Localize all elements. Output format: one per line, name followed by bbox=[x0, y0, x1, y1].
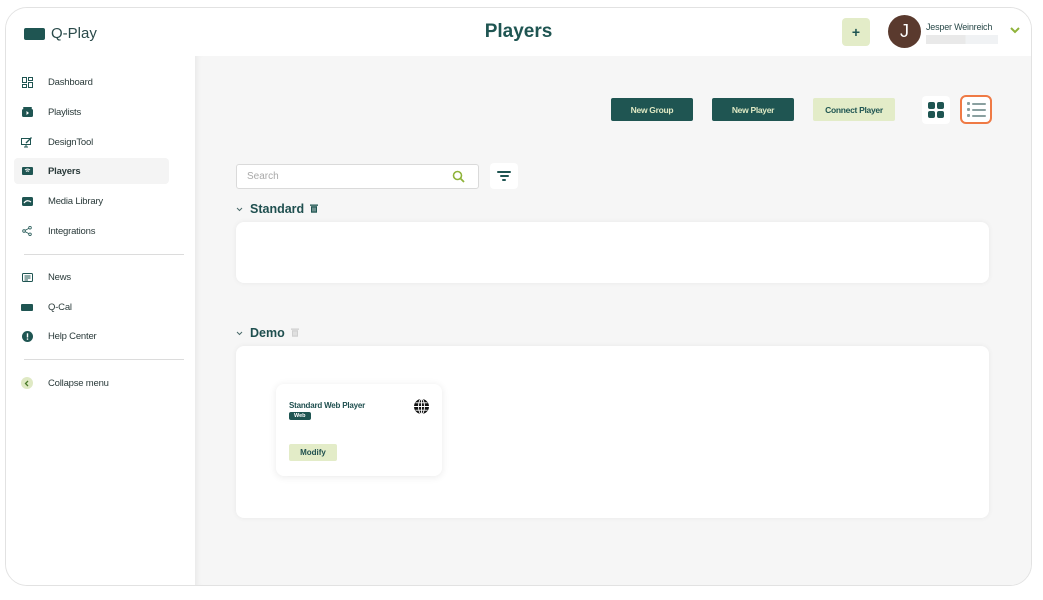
news-icon bbox=[20, 272, 34, 282]
filter-icon-line bbox=[502, 179, 506, 181]
sidebar-item-news[interactable]: News bbox=[14, 264, 169, 290]
list-view-icon-row bbox=[966, 114, 986, 117]
globe-icon bbox=[413, 398, 430, 415]
sidebar-item-label: Q-Cal bbox=[48, 301, 72, 313]
chevron-down-icon[interactable] bbox=[236, 329, 244, 338]
search-icon[interactable] bbox=[452, 170, 466, 184]
list-view-icon bbox=[966, 102, 986, 105]
sidebar-item-playlists[interactable]: Playlists bbox=[14, 99, 169, 125]
main-content: New Group New Player Connect Player Sear… bbox=[195, 56, 1031, 585]
chevron-down-icon[interactable] bbox=[1010, 23, 1020, 37]
sidebar-item-media-library[interactable]: Media Library bbox=[14, 188, 169, 214]
player-icon bbox=[20, 167, 34, 175]
help-icon bbox=[20, 330, 34, 342]
search-input[interactable] bbox=[247, 171, 437, 182]
dashboard-icon bbox=[20, 76, 34, 88]
grid-view-icon-cell bbox=[928, 111, 935, 118]
list-view-toggle[interactable] bbox=[960, 95, 992, 124]
sidebar-item-label: Integrations bbox=[48, 225, 96, 237]
sidebar-item-integrations[interactable]: Integrations bbox=[14, 218, 169, 244]
sidebar-item-label: Players bbox=[48, 165, 81, 177]
trash-icon[interactable] bbox=[310, 204, 319, 215]
chevron-down-icon[interactable] bbox=[236, 205, 244, 214]
design-tool-icon bbox=[20, 136, 34, 148]
sidebar-item-help-center[interactable]: Help Center bbox=[14, 323, 169, 349]
filter-icon-line bbox=[499, 175, 509, 177]
grid-view-toggle[interactable] bbox=[922, 96, 950, 124]
calendar-icon bbox=[20, 303, 34, 311]
group-panel-standard bbox=[236, 222, 989, 283]
collapse-icon-wrap bbox=[20, 377, 34, 389]
sidebar-item-label: DesignTool bbox=[48, 136, 93, 148]
user-name[interactable]: Jesper Weinreich bbox=[926, 22, 992, 32]
group-header-demo[interactable]: Demo bbox=[236, 326, 299, 340]
sidebar-item-q-cal[interactable]: Q-Cal bbox=[14, 294, 169, 320]
filter-button[interactable] bbox=[490, 163, 518, 189]
share-icon bbox=[20, 226, 34, 236]
new-player-button[interactable]: New Player bbox=[712, 98, 794, 121]
playlist-icon bbox=[20, 107, 34, 117]
sidebar: Dashboard Playlists DesignTool Players M… bbox=[6, 56, 195, 585]
player-type-badge: Web bbox=[289, 412, 311, 420]
list-view-icon-row bbox=[966, 108, 986, 111]
sidebar-item-label: Dashboard bbox=[48, 76, 93, 88]
grid-view-icon-cell bbox=[937, 111, 944, 118]
player-card[interactable]: Standard Web Player Web Modify bbox=[276, 384, 442, 476]
sidebar-item-label: Playlists bbox=[48, 106, 82, 118]
add-button[interactable]: + bbox=[842, 18, 870, 46]
group-header-standard[interactable]: Standard bbox=[236, 202, 319, 216]
page-title: Players bbox=[484, 21, 553, 42]
trash-icon[interactable] bbox=[290, 328, 299, 339]
grid-view-icon bbox=[928, 102, 935, 109]
media-library-icon bbox=[20, 196, 34, 206]
sidebar-item-label: Media Library bbox=[48, 195, 103, 207]
sidebar-divider bbox=[24, 254, 184, 255]
sidebar-item-label: Help Center bbox=[48, 330, 97, 342]
filter-icon bbox=[497, 171, 511, 173]
sidebar-item-players[interactable]: Players bbox=[14, 158, 169, 184]
player-name: Standard Web Player bbox=[289, 401, 366, 410]
top-header: Q-Play Players + J Jesper Weinreich bbox=[6, 8, 1031, 56]
grid-view-icon-cell bbox=[937, 102, 944, 109]
new-group-button[interactable]: New Group bbox=[611, 98, 693, 121]
user-subtitle-redacted bbox=[926, 35, 998, 44]
modify-button[interactable]: Modify bbox=[289, 444, 337, 461]
collapse-menu-label: Collapse menu bbox=[48, 377, 109, 389]
group-panel-demo: Standard Web Player Web Modify bbox=[236, 346, 989, 518]
sidebar-item-dashboard[interactable]: Dashboard bbox=[14, 69, 169, 95]
chevron-left-icon bbox=[21, 377, 33, 389]
avatar[interactable]: J bbox=[888, 15, 921, 48]
search-box bbox=[236, 164, 479, 189]
app-window: Q-Play Players + J Jesper Weinreich Dash… bbox=[5, 7, 1032, 586]
collapse-menu-button[interactable]: Collapse menu bbox=[14, 370, 169, 396]
sidebar-item-designtool[interactable]: DesignTool bbox=[14, 129, 169, 155]
group-name: Demo bbox=[250, 326, 285, 340]
group-name: Standard bbox=[250, 202, 305, 216]
sidebar-item-label: News bbox=[48, 271, 71, 283]
sidebar-divider bbox=[24, 359, 184, 360]
connect-player-button[interactable]: Connect Player bbox=[813, 98, 895, 121]
